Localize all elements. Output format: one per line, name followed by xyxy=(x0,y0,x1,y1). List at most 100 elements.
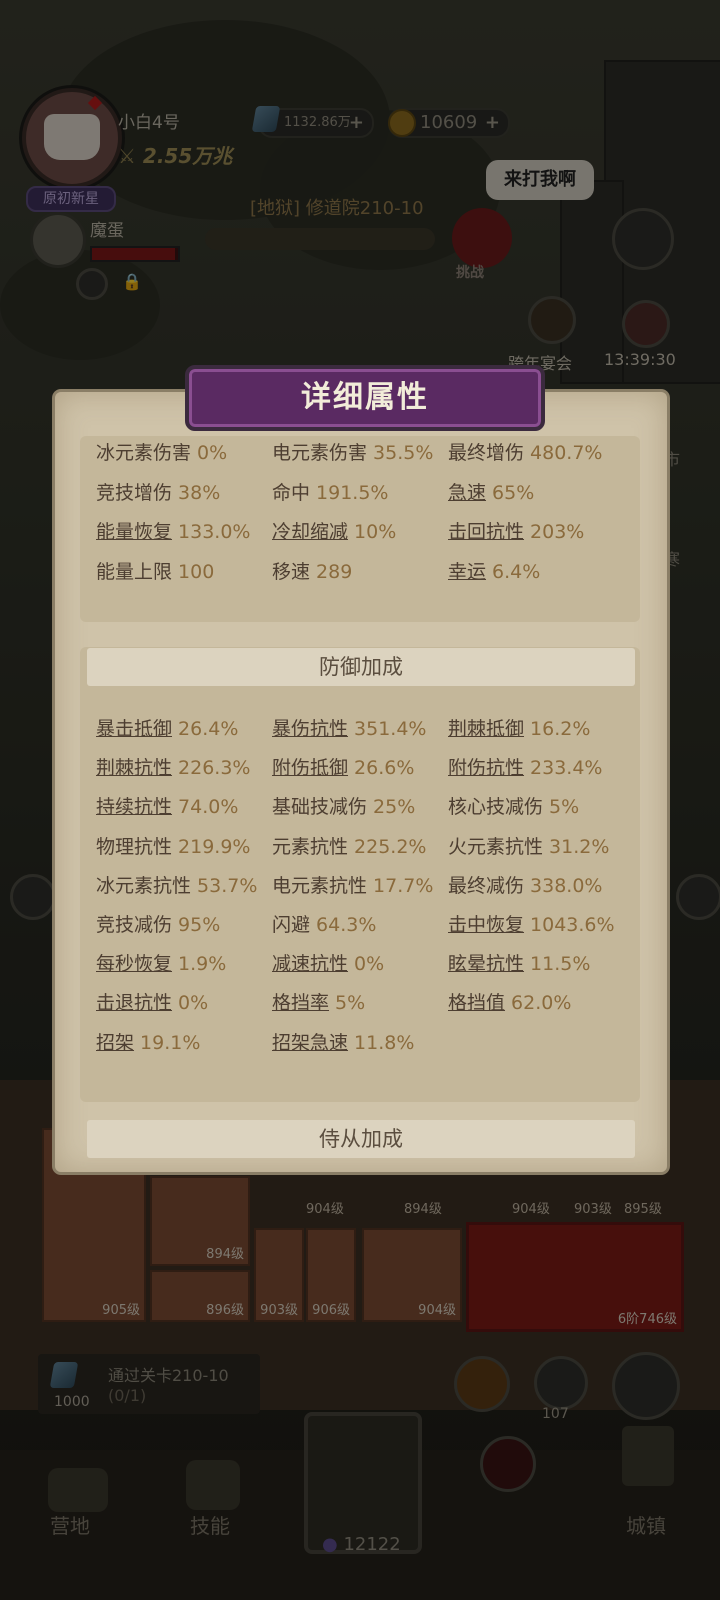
stat-label: 电元素抗性 xyxy=(272,874,368,897)
stat-def-15: 竞技减伤 95% xyxy=(96,910,220,937)
stat-label[interactable]: 击退抗性 xyxy=(96,992,172,1014)
stat-value: 11.8% xyxy=(354,1031,415,1054)
stat-label[interactable]: 附伤抗性 xyxy=(448,757,524,779)
stat-label[interactable]: 持续抗性 xyxy=(96,796,172,818)
stat-label[interactable]: 附伤抵御 xyxy=(272,757,348,779)
stat-label: 移速 xyxy=(272,560,311,583)
stat-label: 冰元素伤害 xyxy=(96,442,192,464)
stat-value: 64.3% xyxy=(316,914,377,936)
stat-value: 19.1% xyxy=(140,1031,201,1054)
stat-top-7[interactable]: 冷却缩减 10% xyxy=(272,517,396,544)
stat-label[interactable]: 每秒恢复 xyxy=(96,953,172,975)
stat-top-3: 竞技增伤 38% xyxy=(96,478,220,505)
stat-label[interactable]: 格挡值 xyxy=(448,992,505,1014)
stat-top-2: 最终增伤 480.7% xyxy=(448,438,602,465)
stat-value: 6.4% xyxy=(492,560,541,583)
stat-label: 电元素伤害 xyxy=(272,442,368,464)
attribute-detail-dialog: 防御加成 侍从加成 xyxy=(55,392,667,1172)
stat-label[interactable]: 击回抗性 xyxy=(448,521,524,543)
stat-def-20[interactable]: 眩晕抗性 11.5% xyxy=(448,949,590,976)
stat-top-6[interactable]: 能量恢复 133.0% xyxy=(96,517,250,544)
stat-label: 能量上限 xyxy=(96,560,173,583)
stat-label[interactable]: 急速 xyxy=(448,482,486,504)
follower-section-header[interactable]: 侍从加成 xyxy=(87,1120,635,1158)
stat-label[interactable]: 格挡率 xyxy=(272,992,329,1014)
stat-value: 26.6% xyxy=(354,757,415,780)
stat-value: 35.5% xyxy=(373,442,434,464)
stat-label[interactable]: 减速抗性 xyxy=(272,953,348,975)
stat-def-25[interactable]: 招架急速 11.8% xyxy=(272,1028,414,1055)
stat-value: 203% xyxy=(530,521,585,543)
stat-label[interactable]: 能量恢复 xyxy=(96,521,172,543)
stat-value: 11.5% xyxy=(530,953,591,976)
stat-top-8[interactable]: 击回抗性 203% xyxy=(448,517,584,544)
dialog-title-bar: 详细属性 xyxy=(185,365,545,431)
stat-value: 62.0% xyxy=(511,992,572,1015)
stat-label[interactable]: 眩晕抗性 xyxy=(448,953,524,975)
stat-label: 物理抗性 xyxy=(96,835,173,858)
stat-def-17[interactable]: 击中恢复 1043.6% xyxy=(448,910,615,937)
stat-def-23[interactable]: 格挡值 62.0% xyxy=(448,988,571,1015)
stat-label: 火元素抗性 xyxy=(448,835,544,858)
stat-label[interactable]: 招架急速 xyxy=(272,1032,348,1054)
stat-def-5[interactable]: 附伤抗性 233.4% xyxy=(448,753,602,780)
stat-label: 基础技减伤 xyxy=(272,796,368,819)
stat-value: 25% xyxy=(373,796,416,819)
stat-label: 命中 xyxy=(272,481,311,504)
stat-def-4[interactable]: 附伤抵御 26.6% xyxy=(272,753,414,780)
stat-label: 最终增伤 xyxy=(448,442,525,464)
stat-label: 闪避 xyxy=(272,914,311,936)
stat-def-24[interactable]: 招架 19.1% xyxy=(96,1028,200,1055)
stat-value: 100 xyxy=(178,560,215,583)
stat-value: 1043.6% xyxy=(530,914,615,936)
stat-value: 225.2% xyxy=(354,835,427,858)
stat-def-16: 闪避 64.3% xyxy=(272,910,376,937)
stat-value: 0% xyxy=(197,442,228,464)
stat-label[interactable]: 幸运 xyxy=(448,561,486,583)
dialog-title: 详细属性 xyxy=(301,380,429,415)
stat-value: 233.4% xyxy=(530,757,603,780)
stat-value: 17.7% xyxy=(373,874,434,897)
stat-top-9: 能量上限 100 xyxy=(96,557,214,584)
stat-label[interactable]: 荆棘抗性 xyxy=(96,757,172,779)
stat-value: 133.0% xyxy=(178,521,251,543)
stat-value: 1.9% xyxy=(178,953,227,976)
stat-def-2[interactable]: 荆棘抵御 16.2% xyxy=(448,714,590,741)
stat-top-1: 电元素伤害 35.5% xyxy=(272,438,433,465)
stat-def-19[interactable]: 减速抗性 0% xyxy=(272,949,384,976)
stat-def-10: 元素抗性 225.2% xyxy=(272,832,426,859)
stat-def-1[interactable]: 暴伤抗性 351.4% xyxy=(272,714,426,741)
stat-def-18[interactable]: 每秒恢复 1.9% xyxy=(96,949,226,976)
stat-label[interactable]: 荆棘抵御 xyxy=(448,718,524,740)
stat-label[interactable]: 招架 xyxy=(96,1032,134,1054)
stat-value: 0% xyxy=(178,992,209,1015)
stat-value: 5% xyxy=(335,992,366,1015)
stat-label: 竞技减伤 xyxy=(96,914,173,936)
stat-value: 65% xyxy=(492,481,535,504)
stat-def-11: 火元素抗性 31.2% xyxy=(448,832,609,859)
stat-top-10: 移速 289 xyxy=(272,557,352,584)
stat-label[interactable]: 击中恢复 xyxy=(448,914,524,936)
stat-value: 26.4% xyxy=(178,718,239,740)
stat-def-22[interactable]: 格挡率 5% xyxy=(272,988,365,1015)
stat-value: 5% xyxy=(549,796,580,819)
stat-top-11[interactable]: 幸运 6.4% xyxy=(448,557,540,584)
stat-def-0[interactable]: 暴击抵御 26.4% xyxy=(96,714,238,741)
stat-label[interactable]: 暴伤抗性 xyxy=(272,718,348,740)
stat-value: 338.0% xyxy=(530,874,603,897)
stat-value: 480.7% xyxy=(530,442,603,464)
stat-def-21[interactable]: 击退抗性 0% xyxy=(96,988,208,1015)
stat-top-5[interactable]: 急速 65% xyxy=(448,478,534,505)
stat-value: 38% xyxy=(178,481,221,504)
stat-def-3[interactable]: 荆棘抗性 226.3% xyxy=(96,753,250,780)
stat-label[interactable]: 暴击抵御 xyxy=(96,718,172,740)
stat-label: 冰元素抗性 xyxy=(96,874,192,897)
stat-value: 191.5% xyxy=(316,481,389,504)
stat-value: 16.2% xyxy=(530,718,591,740)
stat-value: 351.4% xyxy=(354,718,427,740)
stat-label: 核心技减伤 xyxy=(448,796,544,819)
stat-def-6[interactable]: 持续抗性 74.0% xyxy=(96,792,238,819)
stat-label: 最终减伤 xyxy=(448,874,525,897)
stat-def-7: 基础技减伤 25% xyxy=(272,792,415,819)
stat-label[interactable]: 冷却缩减 xyxy=(272,521,348,543)
